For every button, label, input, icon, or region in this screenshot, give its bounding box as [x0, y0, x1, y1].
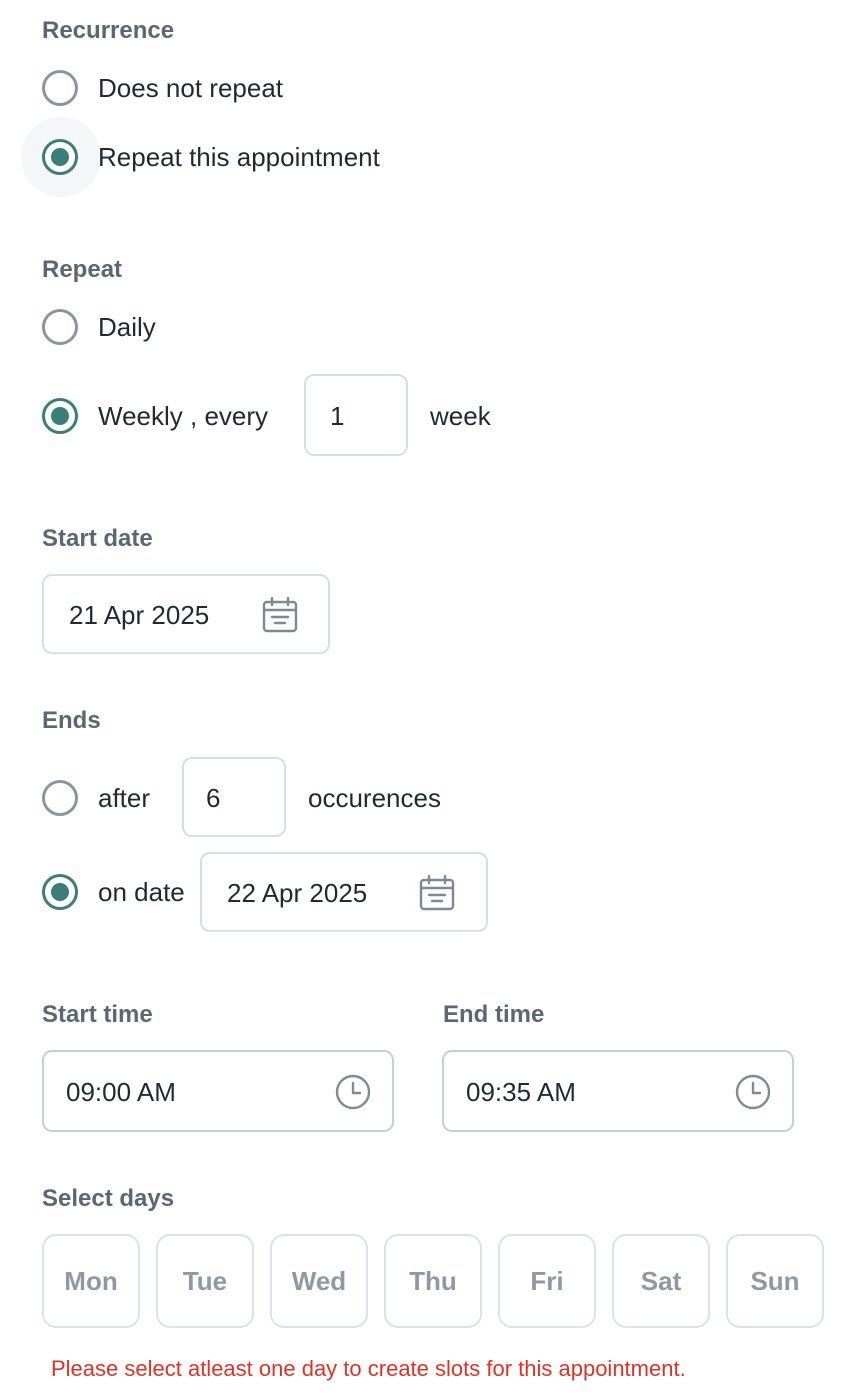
start-time-value: 09:00 AM	[66, 1077, 176, 1107]
ends-on-date-radio[interactable]	[42, 874, 78, 910]
ends-label: Ends	[42, 707, 101, 734]
start-date-value: 21 Apr 2025	[69, 600, 210, 630]
recurrence-label: Recurrence	[42, 17, 175, 44]
repeat-appointment-label[interactable]: Repeat this appointment	[98, 141, 380, 173]
day-tue[interactable]: Tue	[156, 1234, 254, 1328]
end-time-field[interactable]: 09:35 AM	[442, 1050, 794, 1132]
repeat-appointment-radio[interactable]	[42, 139, 78, 175]
clock-icon[interactable]	[334, 1073, 372, 1111]
weekly-interval-input[interactable]: 1	[304, 374, 408, 456]
day-wed[interactable]: Wed	[270, 1234, 368, 1328]
weekly-unit-label: week	[430, 401, 491, 431]
daily-label[interactable]: Daily	[98, 311, 156, 343]
end-date-value: 22 Apr 2025	[227, 878, 368, 908]
validation-error: Please select atleast one day to create …	[51, 1356, 686, 1381]
does-not-repeat-label[interactable]: Does not repeat	[98, 72, 283, 104]
ends-on-date-label[interactable]: on date	[98, 876, 185, 908]
occurrences-input[interactable]: 6	[182, 757, 286, 837]
ends-after-label[interactable]: after	[98, 782, 150, 814]
start-date-label: Start date	[42, 525, 153, 552]
day-sun[interactable]: Sun	[726, 1234, 824, 1328]
calendar-icon[interactable]	[418, 874, 456, 912]
select-days-label: Select days	[42, 1185, 175, 1212]
start-time-field[interactable]: 09:00 AM	[42, 1050, 394, 1132]
day-fri[interactable]: Fri	[498, 1234, 596, 1328]
weekly-radio[interactable]	[42, 398, 78, 434]
end-time-label: End time	[443, 1001, 545, 1028]
day-sat[interactable]: Sat	[612, 1234, 710, 1328]
start-date-field[interactable]: 21 Apr 2025	[42, 574, 330, 654]
calendar-icon[interactable]	[261, 596, 299, 634]
start-time-label: Start time	[42, 1001, 153, 1028]
day-thu[interactable]: Thu	[384, 1234, 482, 1328]
weekly-interval-value: 1	[330, 401, 345, 431]
clock-icon[interactable]	[734, 1073, 772, 1111]
day-mon[interactable]: Mon	[42, 1234, 140, 1328]
ends-after-radio[interactable]	[42, 780, 78, 816]
weekly-label[interactable]: Weekly , every	[98, 400, 268, 432]
occurrences-value: 6	[206, 783, 221, 813]
repeat-label: Repeat	[42, 256, 123, 283]
end-date-field[interactable]: 22 Apr 2025	[200, 852, 488, 932]
occurrences-unit-label: occurences	[308, 783, 441, 813]
daily-radio[interactable]	[42, 309, 78, 345]
does-not-repeat-radio[interactable]	[42, 70, 78, 106]
end-time-value: 09:35 AM	[466, 1077, 576, 1107]
